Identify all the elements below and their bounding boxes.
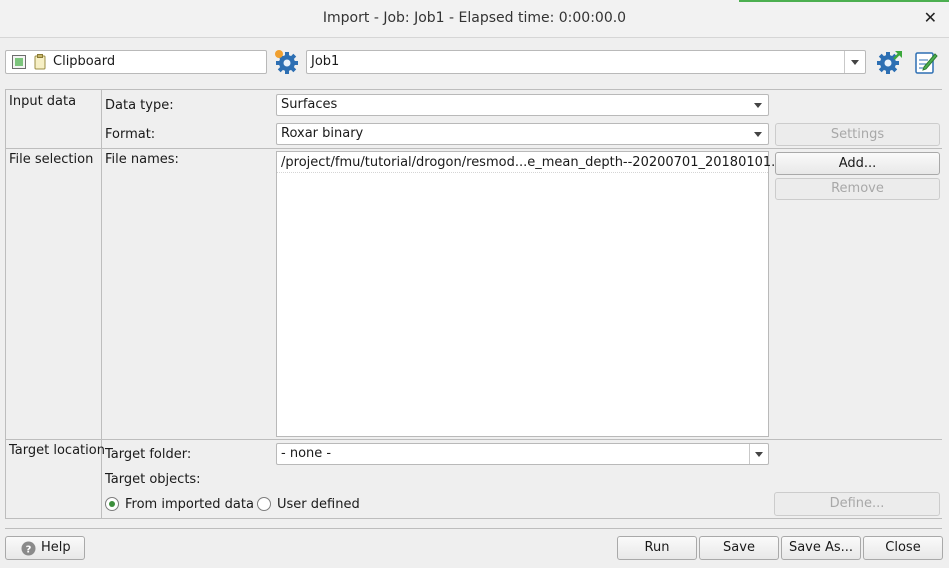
- help-label: Help: [41, 540, 71, 555]
- remove-button[interactable]: Remove: [775, 178, 940, 200]
- target-folder-combo[interactable]: - none -: [276, 443, 769, 465]
- edit-note-icon[interactable]: [914, 49, 938, 75]
- format-combo[interactable]: Roxar binary: [276, 123, 769, 145]
- define-button[interactable]: Define...: [774, 492, 940, 516]
- chevron-down-icon[interactable]: [754, 132, 762, 137]
- close-button[interactable]: Close: [863, 536, 943, 560]
- radio-user-defined[interactable]: [257, 497, 271, 511]
- job-name: Job1: [311, 54, 340, 69]
- clipboard-field[interactable]: Clipboard: [5, 50, 267, 74]
- target-folder-value: - none -: [281, 446, 332, 461]
- accent-line: [739, 0, 949, 2]
- svg-text:?: ?: [26, 545, 32, 556]
- main-bottom-border: [5, 518, 942, 519]
- window-title: Import - Job: Job1 - Elapsed time: 0:00:…: [322, 10, 627, 26]
- save-as-button[interactable]: Save As...: [781, 536, 861, 560]
- section-divider-files: [5, 148, 942, 149]
- clipboard-icon: [34, 54, 46, 70]
- chevron-down-icon[interactable]: [851, 60, 859, 65]
- help-button[interactable]: ? Help: [5, 536, 85, 560]
- target-objects-label: Target objects:: [105, 472, 201, 487]
- data-type-label: Data type:: [105, 98, 174, 113]
- radio-from-imported-label[interactable]: From imported data: [125, 497, 254, 512]
- help-icon: ?: [21, 541, 36, 556]
- gear-new-icon[interactable]: [274, 49, 300, 75]
- file-list[interactable]: /project/fmu/tutorial/drogon/resmod...e_…: [276, 151, 793, 437]
- combo-divider: [749, 444, 750, 464]
- radio-from-imported[interactable]: [105, 497, 119, 511]
- section-file-selection: File selection: [9, 152, 94, 167]
- main-top-border: [5, 89, 942, 90]
- file-names-label: File names:: [105, 152, 179, 167]
- format-label: Format:: [105, 127, 156, 142]
- checkbox-icon[interactable]: [12, 55, 26, 69]
- data-type-value: Surfaces: [281, 97, 338, 112]
- add-button[interactable]: Add...: [775, 152, 940, 175]
- close-icon[interactable]: ✕: [924, 8, 937, 27]
- save-button[interactable]: Save: [699, 536, 779, 560]
- chevron-down-icon[interactable]: [755, 452, 763, 457]
- section-target-location: Target location: [9, 443, 105, 458]
- footer-separator: [5, 528, 942, 529]
- section-divider-target: [5, 439, 942, 440]
- radio-user-defined-label[interactable]: User defined: [277, 497, 360, 512]
- target-folder-label: Target folder:: [105, 447, 192, 462]
- list-item[interactable]: /project/fmu/tutorial/drogon/resmod...e_…: [277, 152, 793, 173]
- run-button[interactable]: Run: [617, 536, 697, 560]
- settings-button[interactable]: Settings: [775, 123, 940, 146]
- gear-arrow-icon[interactable]: [875, 49, 903, 75]
- job-combo[interactable]: Job1: [306, 50, 866, 74]
- clipboard-label: Clipboard: [53, 54, 116, 69]
- section-input-data: Input data: [9, 94, 77, 109]
- chevron-down-icon[interactable]: [754, 103, 762, 108]
- data-type-combo[interactable]: Surfaces: [276, 94, 769, 116]
- title-bar: Import - Job: Job1 - Elapsed time: 0:00:…: [0, 0, 949, 38]
- format-value: Roxar binary: [281, 126, 364, 141]
- main-left-border: [5, 89, 6, 519]
